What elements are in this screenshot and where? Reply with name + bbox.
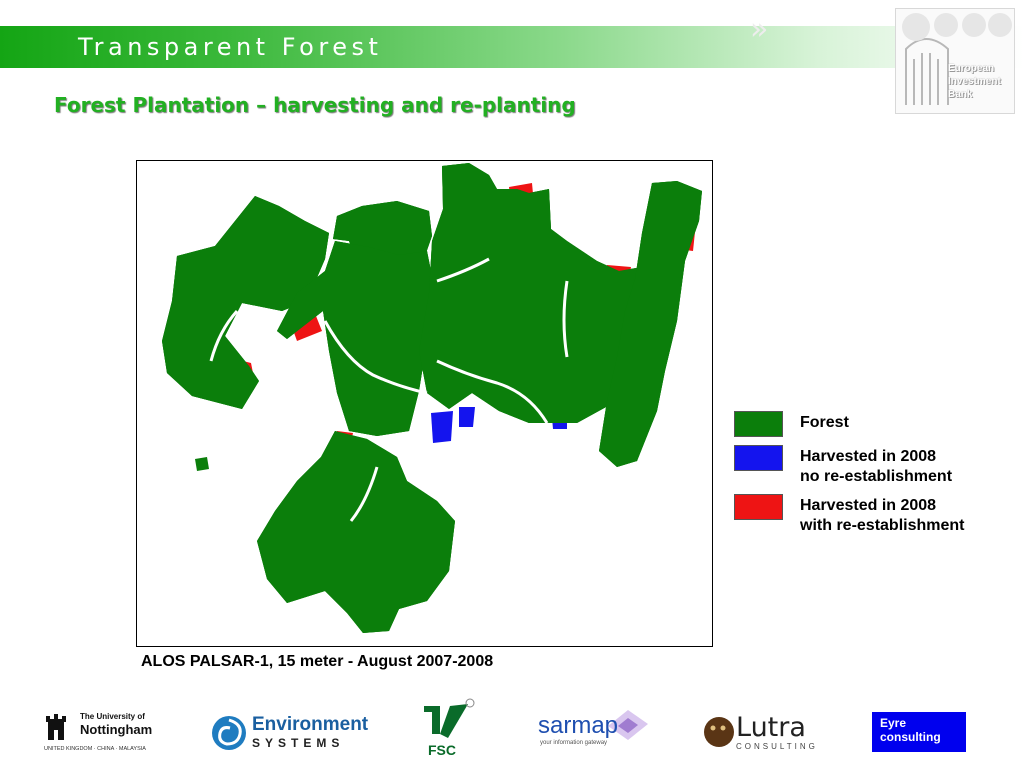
nottingham-tagline: UNITED KINGDOM · CHINA · MALAYSIA: [44, 746, 146, 752]
castle-crest-icon: [46, 714, 66, 740]
legend-label-line2: no re-establishment: [800, 468, 953, 485]
legend-label-line2: with re-establishment: [800, 517, 965, 534]
nottingham-logo: The University of Nottingham UNITED KING…: [44, 708, 159, 756]
chevron-decoration-icon: »: [750, 12, 769, 47]
map-caption: ALOS PALSAR-1, 15 meter - August 2007-20…: [141, 653, 494, 670]
nottingham-line2: Nottingham: [80, 722, 153, 737]
legend-swatch-harvested-with-reestablishment: [734, 494, 783, 520]
legend-swatch-harvested-no-reestablishment: [734, 445, 783, 471]
legend-label-harvested-no-reestablishment: Harvested in 2008 no re-establishment: [800, 447, 952, 487]
environment-line1: Environment: [252, 714, 369, 735]
legend-label-forest: Forest: [800, 413, 849, 433]
environment-line2: SYSTEMS: [252, 736, 345, 750]
eib-logo-text: European Investment Bank: [948, 62, 1001, 101]
eib-line-1: European: [948, 63, 995, 74]
eyre-consulting-logo: Eyre consulting: [872, 712, 966, 752]
legend-label-harvested-with-reestablishment: Harvested in 2008 with re-establishment: [800, 496, 964, 536]
eyre-line1: Eyre: [880, 716, 907, 730]
slide-title: Forest Plantation – harvesting and re-pl…: [54, 93, 576, 117]
forest-classification-map: [136, 160, 713, 647]
swirl-icon: [212, 716, 246, 750]
lutra-logo: Lutra CONSULTING: [702, 712, 820, 754]
compartment-rides-overlay: [162, 163, 702, 633]
fsc-tree-check-icon: [424, 698, 475, 738]
lutra-tagline: CONSULTING: [736, 742, 818, 751]
header-title: Transparent Forest: [78, 33, 383, 61]
fsc-text: FSC: [428, 742, 456, 758]
otter-icon: [704, 717, 734, 747]
lutra-name: Lutra: [736, 712, 806, 743]
environment-systems-logo: Environment SYSTEMS: [210, 712, 368, 754]
forest-area-outlier: [195, 457, 209, 471]
fsc-logo: FSC: [418, 698, 478, 760]
eyre-line2: consulting: [880, 730, 941, 744]
sarmap-name: sarmap: [538, 712, 619, 739]
legend-label-line1: Harvested in 2008: [800, 497, 937, 514]
nottingham-line1: The University of: [80, 712, 145, 721]
legend-label-line1: Harvested in 2008: [800, 448, 937, 465]
legend-label-forest-line1: Forest: [800, 414, 849, 431]
sarmap-tagline: your information gateway: [540, 740, 608, 746]
legend-swatch-forest: [734, 411, 783, 437]
sarmap-logo: sarmap your information gateway: [538, 708, 658, 748]
eib-line-2: Investment: [948, 76, 1001, 87]
map-canvas: [162, 163, 702, 633]
eib-line-3: Bank: [948, 89, 973, 100]
